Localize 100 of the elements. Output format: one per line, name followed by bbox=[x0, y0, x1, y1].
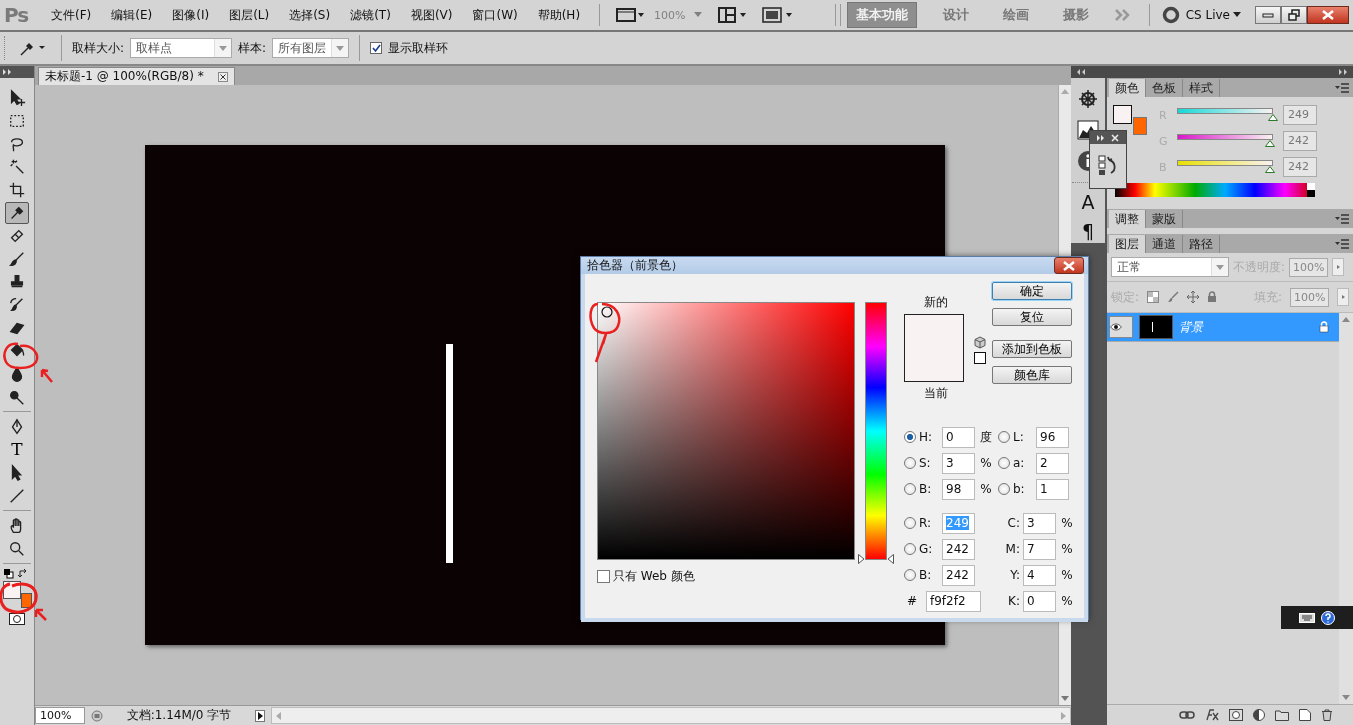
quick-mask-icon[interactable] bbox=[9, 613, 25, 625]
value-field[interactable]: 96 bbox=[1036, 426, 1069, 448]
radio-button[interactable] bbox=[998, 457, 1010, 469]
panel-menu-icon[interactable] bbox=[1335, 238, 1349, 249]
menu-item[interactable]: 窗口(W) bbox=[465, 6, 525, 24]
status-options-icon[interactable] bbox=[91, 709, 103, 722]
navigator-wheel-icon[interactable] bbox=[1077, 88, 1099, 110]
dialog-button[interactable]: 添加到色板 bbox=[992, 340, 1072, 358]
background-color-swatch[interactable] bbox=[21, 593, 32, 608]
minimize-button[interactable] bbox=[1255, 6, 1281, 24]
swap-colors-icon[interactable] bbox=[18, 569, 28, 579]
opacity-slider-button[interactable] bbox=[1332, 258, 1345, 276]
menu-item[interactable]: 图层(L) bbox=[222, 6, 277, 24]
cube-icon[interactable] bbox=[974, 336, 986, 349]
channel-slider[interactable] bbox=[1175, 133, 1275, 149]
color-cursor-icon[interactable] bbox=[601, 306, 613, 318]
scroll-up-icon[interactable] bbox=[1342, 317, 1350, 322]
character-panel-button[interactable]: A bbox=[1081, 193, 1095, 212]
channel-slider[interactable] bbox=[1175, 107, 1275, 123]
scroll-down-icon[interactable] bbox=[1342, 695, 1350, 700]
value-field[interactable]: 2 bbox=[1036, 452, 1069, 474]
radio-button[interactable] bbox=[998, 431, 1010, 443]
panel-tab[interactable]: 颜色 bbox=[1109, 79, 1146, 97]
scroll-down-icon[interactable] bbox=[1061, 696, 1069, 701]
type-tool[interactable]: T bbox=[5, 438, 29, 461]
new-layer-icon[interactable] bbox=[1299, 709, 1311, 721]
panel-menu-icon[interactable] bbox=[1335, 213, 1349, 224]
slider-thumb-icon[interactable] bbox=[1267, 114, 1278, 121]
keyboard-icon[interactable] bbox=[1299, 611, 1315, 624]
sample-size-dropdown[interactable]: 取样点 bbox=[130, 38, 233, 58]
lock-position-move-icon[interactable] bbox=[1187, 291, 1200, 303]
eyedropper-tool[interactable] bbox=[5, 201, 29, 224]
channel-value-field[interactable]: 242 bbox=[1283, 157, 1317, 177]
help-icon[interactable] bbox=[1321, 610, 1335, 625]
background-color-swatch[interactable] bbox=[1133, 117, 1147, 135]
value-field[interactable]: 4 bbox=[1023, 564, 1056, 586]
add-mask-icon[interactable] bbox=[1229, 709, 1243, 721]
value-field[interactable]: 0 bbox=[1023, 590, 1056, 612]
dialog-button[interactable]: 复位 bbox=[992, 308, 1072, 326]
channel-value-field[interactable]: 249 bbox=[1283, 105, 1317, 125]
value-field[interactable]: 0 bbox=[942, 426, 975, 448]
panel-tab[interactable]: 通道 bbox=[1146, 235, 1183, 253]
panel-menu-icon[interactable] bbox=[1335, 82, 1349, 93]
channel-slider[interactable] bbox=[1175, 159, 1275, 175]
default-colors-icon[interactable] bbox=[4, 569, 14, 579]
fill-slider-button[interactable] bbox=[1337, 288, 1349, 306]
current-color-swatch[interactable] bbox=[905, 348, 963, 381]
close-button[interactable] bbox=[1307, 6, 1349, 24]
menu-item[interactable]: 编辑(E) bbox=[104, 6, 160, 24]
collapse-icon[interactable] bbox=[3, 69, 13, 75]
color-spectrum-bar[interactable] bbox=[1115, 183, 1315, 197]
blend-mode-dropdown[interactable]: 正常 bbox=[1111, 257, 1229, 277]
value-field[interactable]: 7 bbox=[1023, 538, 1056, 560]
panel-tab[interactable]: 色板 bbox=[1146, 79, 1183, 97]
menu-item[interactable]: 图像(I) bbox=[165, 6, 217, 24]
paragraph-panel-button[interactable]: ¶ bbox=[1081, 222, 1095, 241]
expand-icon[interactable] bbox=[1339, 69, 1349, 75]
document-tab[interactable]: 未标题-1 @ 100%(RGB/8) * bbox=[38, 67, 235, 85]
hex-field[interactable]: f9f2f2 bbox=[926, 590, 981, 612]
channel-value-field[interactable]: 242 bbox=[1283, 131, 1317, 151]
panel-tab[interactable]: 样式 bbox=[1183, 79, 1220, 97]
foreground-color-swatch[interactable] bbox=[1113, 105, 1132, 124]
radio-button[interactable] bbox=[904, 431, 916, 443]
menu-item[interactable]: 视图(V) bbox=[403, 6, 460, 24]
menu-item[interactable]: 滤镜(T) bbox=[343, 6, 398, 24]
value-field[interactable]: 3 bbox=[1023, 512, 1056, 534]
panel-tab[interactable]: 图层 bbox=[1109, 235, 1146, 253]
value-field[interactable]: 242 bbox=[942, 564, 975, 586]
panel-tab[interactable]: 调整 bbox=[1109, 210, 1146, 228]
link-layers-icon[interactable] bbox=[1179, 710, 1195, 720]
zoom-level-field[interactable]: 100% bbox=[35, 707, 85, 724]
status-menu-icon[interactable] bbox=[255, 709, 265, 722]
folder-icon[interactable] bbox=[1275, 709, 1289, 721]
value-field[interactable]: 98 bbox=[942, 478, 975, 500]
dialog-button[interactable]: 颜色库 bbox=[992, 366, 1072, 384]
web-colors-checkbox[interactable] bbox=[597, 570, 610, 583]
lock-transparency-icon[interactable] bbox=[1147, 291, 1160, 303]
adjustment-layer-icon[interactable] bbox=[1253, 709, 1265, 721]
web-safe-swatch[interactable] bbox=[974, 352, 986, 364]
layer-style-icon[interactable] bbox=[1205, 709, 1219, 721]
dialog-button[interactable]: 确定 bbox=[992, 282, 1072, 300]
value-field[interactable]: 1 bbox=[1036, 478, 1069, 500]
radio-button[interactable] bbox=[904, 483, 916, 495]
menu-item[interactable]: 文件(F) bbox=[44, 6, 99, 24]
menu-item[interactable]: 帮助(H) bbox=[530, 6, 588, 24]
value-field[interactable]: 3 bbox=[942, 452, 975, 474]
cs-live-menu[interactable]: CS Live bbox=[1185, 8, 1241, 22]
radio-button[interactable] bbox=[998, 483, 1010, 495]
layers-scrollbar[interactable] bbox=[1339, 313, 1353, 704]
radio-button[interactable] bbox=[904, 517, 916, 529]
cs-live-ring-icon[interactable] bbox=[1161, 6, 1180, 24]
panel-header-icons[interactable] bbox=[1097, 133, 1119, 142]
panel-tab[interactable]: 路径 bbox=[1183, 235, 1220, 253]
radio-button[interactable] bbox=[904, 457, 916, 469]
panel-tab[interactable]: 蒙版 bbox=[1146, 210, 1183, 228]
close-button[interactable] bbox=[1054, 257, 1084, 274]
trash-icon[interactable] bbox=[1321, 709, 1333, 721]
radio-button[interactable] bbox=[904, 569, 916, 581]
sample-dropdown[interactable]: 所有图层 bbox=[272, 38, 350, 58]
collapse-icon[interactable] bbox=[1075, 69, 1085, 75]
